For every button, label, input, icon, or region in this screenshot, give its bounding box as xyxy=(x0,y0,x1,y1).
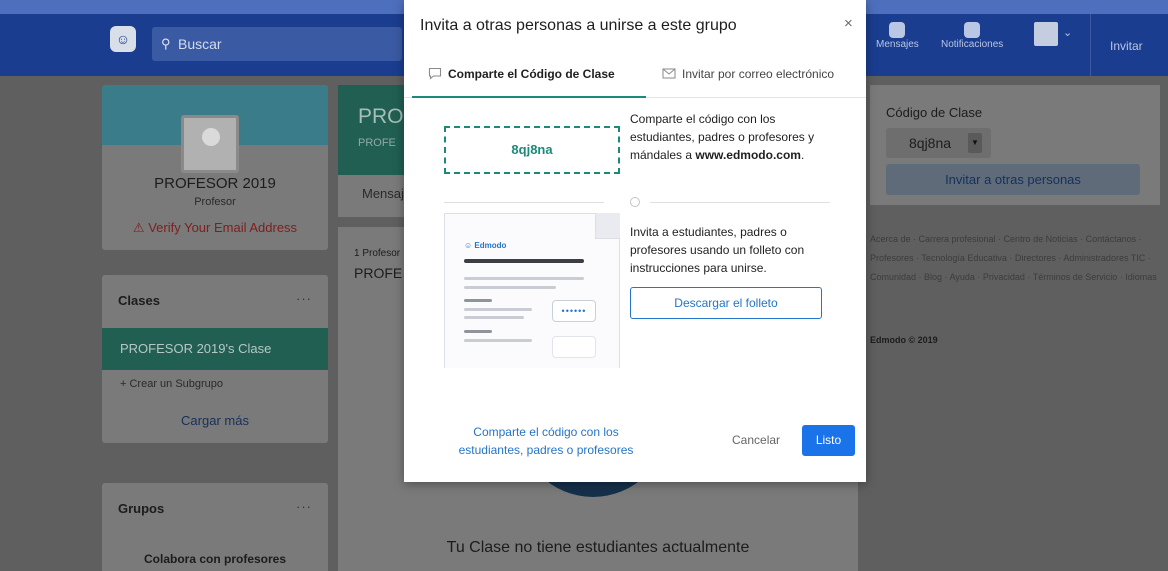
class-subtitle: PROFE xyxy=(358,137,396,149)
messages-nav[interactable]: Mensajes xyxy=(876,22,919,50)
modal-tabs: Comparte el Código de Clase Invitar por … xyxy=(404,56,866,98)
flyer-pill-faint xyxy=(552,336,596,358)
collab-link[interactable]: Colabora con profesores xyxy=(102,552,328,566)
notifications-label: Notificaciones xyxy=(941,39,1004,50)
cancel-button[interactable]: Cancelar xyxy=(732,433,780,447)
notifications-nav[interactable]: Notificaciones xyxy=(941,22,1003,50)
flyer-line xyxy=(464,339,532,342)
flyer-line xyxy=(464,259,584,263)
modal-title: Invita a otras personas a unirse a este … xyxy=(420,17,737,34)
class-code-box[interactable]: 8qj8na xyxy=(444,126,620,174)
groups-more-button[interactable]: ··· xyxy=(296,499,312,514)
code-description: Comparte el código con los estudiantes, … xyxy=(630,110,840,164)
profile-card: PROFESOR 2019 Profesor ⚠ Verify Your Ema… xyxy=(102,85,328,250)
member-count: 1 Profesor xyxy=(354,248,401,259)
done-button[interactable]: Listo xyxy=(802,425,855,456)
tab-invite-email-label: Invitar por correo electrónico xyxy=(682,67,835,81)
flyer-code-pill: •••••• xyxy=(552,300,596,322)
tab-share-code[interactable]: Comparte el Código de Clase xyxy=(412,56,646,98)
share-code-link[interactable]: Comparte el código con los estudiantes, … xyxy=(446,423,646,459)
flyer-line xyxy=(464,299,492,302)
verify-email-label: Verify Your Email Address xyxy=(148,220,298,235)
chat-bubble-icon xyxy=(428,68,442,81)
code-url: www.edmodo.com xyxy=(695,148,801,162)
class-code-label: Código de Clase xyxy=(886,105,983,120)
search-input[interactable]: ⚲ Buscar xyxy=(152,27,402,61)
chevron-down-icon[interactable]: ▼ xyxy=(968,133,982,153)
footer-links[interactable]: Acerca de · Carrera profesional · Centro… xyxy=(870,230,1160,287)
class-code-dropdown[interactable]: 8qj8na ▼ xyxy=(886,128,991,158)
flyer-brand-label: Edmodo xyxy=(474,241,507,250)
flyer-line xyxy=(464,286,556,289)
notifications-icon xyxy=(964,22,981,38)
flyer-preview: ☺ Edmodo •••••• xyxy=(444,208,620,368)
nav-divider xyxy=(1090,14,1091,76)
flyer-line xyxy=(464,330,492,333)
classes-card: Clases ··· PROFESOR 2019's Clase + Crear… xyxy=(102,275,328,443)
search-placeholder: Buscar xyxy=(178,36,222,52)
invite-others-button[interactable]: Invitar a otras personas xyxy=(886,164,1140,195)
class-code-value: 8qj8na xyxy=(909,135,952,151)
divider-left xyxy=(444,202,604,203)
divider-circle xyxy=(630,197,640,207)
logo-icon[interactable]: ☺ xyxy=(110,26,136,52)
member-name[interactable]: PROFE xyxy=(354,265,402,281)
flyer-line xyxy=(464,316,524,319)
invite-modal: Invita a otras personas a unirse a este … xyxy=(404,0,866,482)
avatar[interactable] xyxy=(181,115,239,173)
profile-role: Profesor xyxy=(194,196,236,208)
download-flyer-button[interactable]: Descargar el folleto xyxy=(630,287,822,319)
tab-invite-email[interactable]: Invitar por correo electrónico xyxy=(658,56,858,98)
messages-icon xyxy=(889,22,906,38)
class-title: PRO xyxy=(358,105,404,128)
class-item-active[interactable]: PROFESOR 2019's Clase xyxy=(102,328,328,370)
groups-title: Grupos xyxy=(118,501,165,516)
load-more-link[interactable]: Cargar más xyxy=(102,413,328,428)
tab-messages[interactable]: Mensaj xyxy=(362,186,404,201)
code-description-end: . xyxy=(800,148,805,162)
tab-share-code-label: Comparte el Código de Clase xyxy=(448,67,615,81)
classes-more-button[interactable]: ··· xyxy=(296,291,312,306)
envelope-icon xyxy=(662,68,676,79)
profile-name[interactable]: PROFESOR 2019 xyxy=(102,175,328,192)
flyer-line xyxy=(464,277,584,280)
flyer-fold xyxy=(595,213,620,239)
empty-state-text: Tu Clase no tiene estudiantes actualment… xyxy=(446,539,750,556)
flyer-line xyxy=(464,308,532,311)
divider-right xyxy=(650,202,830,203)
avatar-icon[interactable] xyxy=(1034,22,1058,46)
create-subgroup-link[interactable]: + Crear un Subgrupo xyxy=(120,378,223,390)
verify-email-link[interactable]: ⚠ Verify Your Email Address xyxy=(102,220,328,236)
groups-card: Grupos ··· Colabora con profesores xyxy=(102,483,328,571)
flyer-description: Invita a estudiantes, padres o profesore… xyxy=(630,225,805,275)
classes-title: Clases xyxy=(118,293,160,308)
copyright: Edmodo © 2019 xyxy=(870,335,938,345)
warning-icon: ⚠ xyxy=(132,220,145,235)
class-code-card: Código de Clase 8qj8na ▼ Invitar a otras… xyxy=(870,85,1160,205)
messages-label: Mensajes xyxy=(876,39,919,50)
flyer-brand: ☺ Edmodo xyxy=(464,241,507,250)
search-icon: ⚲ xyxy=(161,36,171,51)
invite-nav-button[interactable]: Invitar xyxy=(1110,39,1143,53)
chevron-down-icon[interactable]: ⌄ xyxy=(1063,26,1072,39)
close-icon[interactable]: × xyxy=(844,15,853,32)
